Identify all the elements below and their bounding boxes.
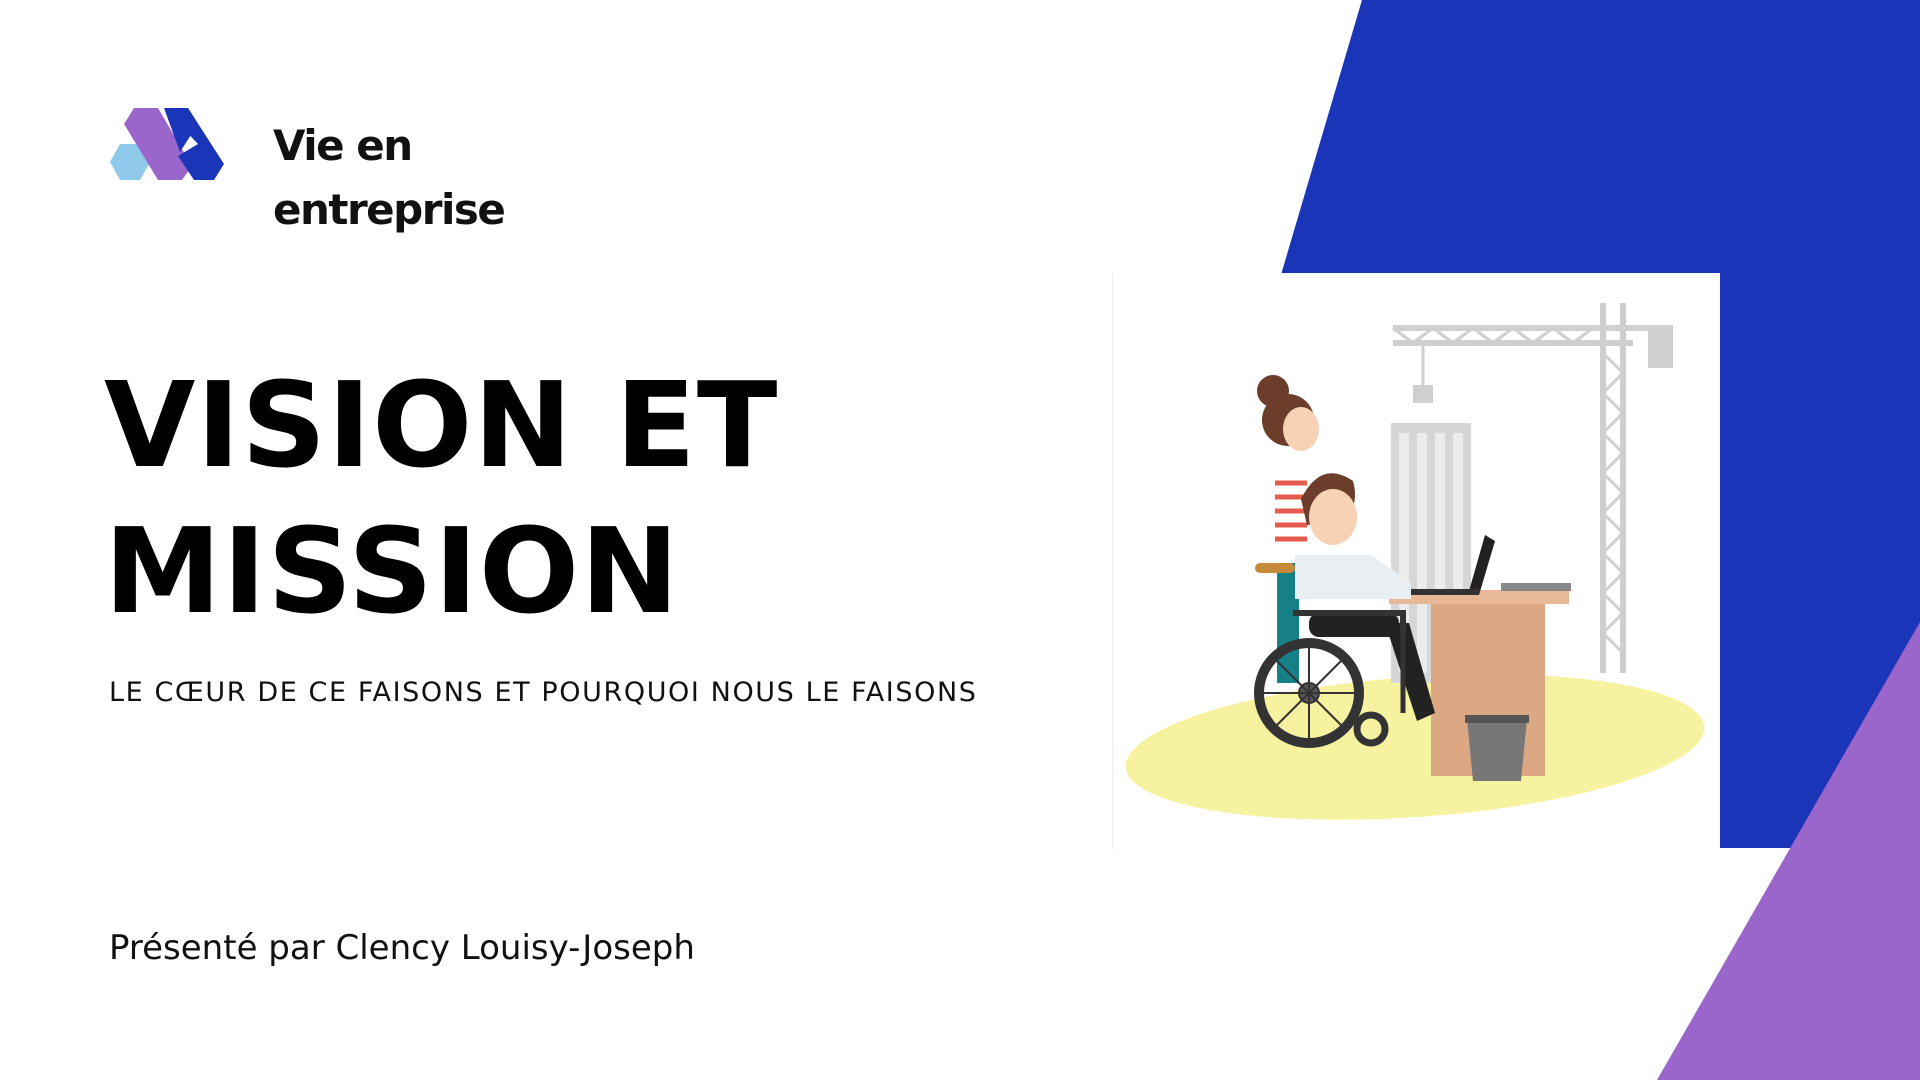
- subtitle: LE CŒUR DE CE FAISONS ET POURQUOI NOUS L…: [109, 677, 978, 708]
- illustration-drawing: [1125, 303, 1705, 820]
- standing-woman-icon: [1255, 375, 1319, 683]
- page-title-line-1: VISION ET: [104, 356, 779, 494]
- crane-counterweight: [1648, 328, 1673, 368]
- hexagon-m-logo-icon: [110, 108, 224, 180]
- crane-load: [1413, 385, 1433, 403]
- papers-icon: [1501, 583, 1571, 591]
- trash-can-icon: [1465, 715, 1529, 781]
- brand-name-line-2: entreprise: [273, 185, 506, 234]
- wheelchair-office-worker-illustration: [1112, 273, 1720, 849]
- brand-name: Vie en entreprise: [273, 114, 506, 242]
- brand-name-line-1: Vie en: [273, 121, 413, 170]
- page-title-line-2: MISSION: [104, 502, 680, 640]
- page-title: VISION ET MISSION: [104, 352, 778, 644]
- presenter-credit: Présenté par Clency Louisy-Joseph: [109, 928, 695, 968]
